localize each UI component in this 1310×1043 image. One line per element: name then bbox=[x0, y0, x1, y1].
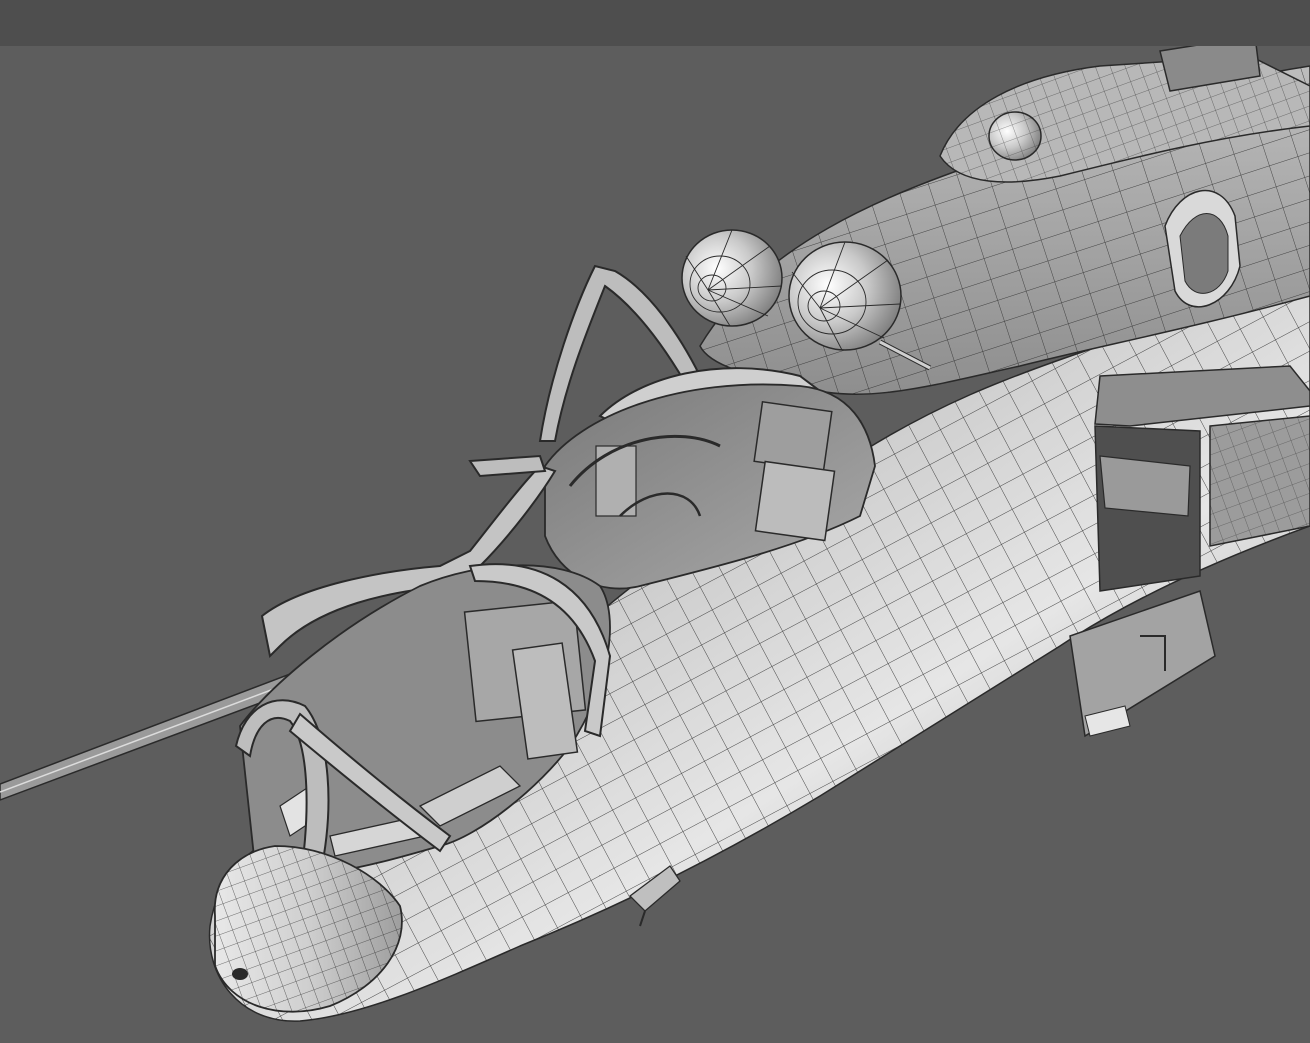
3d-viewport[interactable] bbox=[0, 46, 1310, 1043]
helicopter-wireframe-icon bbox=[0, 46, 1310, 1022]
engine-intake-left bbox=[681, 229, 783, 327]
modeling-application bbox=[0, 0, 1310, 1043]
viewport-header-strip bbox=[0, 0, 1310, 46]
